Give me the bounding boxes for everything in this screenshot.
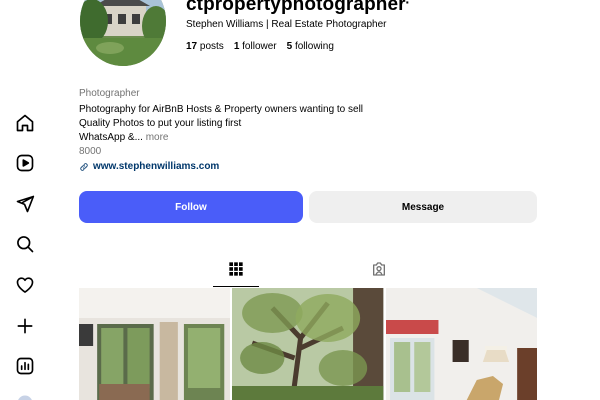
- username: ctpropertyphotographer: [186, 0, 406, 15]
- followers-stat[interactable]: 1 follower: [234, 41, 277, 52]
- website-link[interactable]: www.stephenwilliams.com: [79, 160, 459, 174]
- link-icon: [80, 163, 88, 171]
- more-options-icon[interactable]: ···: [394, 0, 411, 10]
- posts-grid-icon: [229, 262, 243, 276]
- post-thumbnail[interactable]: [232, 288, 384, 400]
- profile-stats: 17 posts 1 follower 5 following: [186, 41, 334, 52]
- profile-avatar-icon[interactable]: [14, 392, 36, 400]
- bio-line: Quality Photos to put your listing first: [79, 118, 242, 129]
- tab-posts[interactable]: [213, 261, 259, 287]
- tab-tagged[interactable]: [356, 261, 402, 287]
- home-icon[interactable]: [14, 112, 36, 134]
- message-button[interactable]: Message: [309, 191, 537, 223]
- posts-stat: 17 posts: [186, 41, 224, 52]
- create-icon[interactable]: [14, 315, 36, 337]
- bio-line: 8000: [79, 146, 102, 157]
- profile-category: Photographer: [79, 88, 140, 99]
- tagged-icon: [373, 262, 385, 276]
- bio-line: Photography for AirBnB Hosts & Property …: [79, 104, 364, 115]
- reels-icon[interactable]: [14, 152, 36, 174]
- posts-grid: [79, 288, 537, 400]
- dashboard-icon[interactable]: [14, 355, 36, 377]
- sidebar-nav: [0, 0, 50, 400]
- messages-icon[interactable]: [14, 193, 36, 215]
- avatar[interactable]: [80, 0, 166, 66]
- search-icon[interactable]: [14, 233, 36, 255]
- notifications-icon[interactable]: [14, 274, 36, 296]
- post-thumbnail[interactable]: [79, 288, 231, 400]
- post-thumbnail[interactable]: [385, 288, 537, 400]
- following-stat[interactable]: 5 following: [287, 41, 334, 52]
- follow-button[interactable]: Follow: [79, 191, 303, 223]
- bio-line-truncated: WhatsApp &... more: [79, 132, 169, 143]
- profile-bio: Photographer Photography for AirBnB Host…: [79, 87, 459, 174]
- bio-more-link[interactable]: more: [146, 132, 169, 143]
- full-name: Stephen Williams | Real Estate Photograp…: [186, 19, 387, 30]
